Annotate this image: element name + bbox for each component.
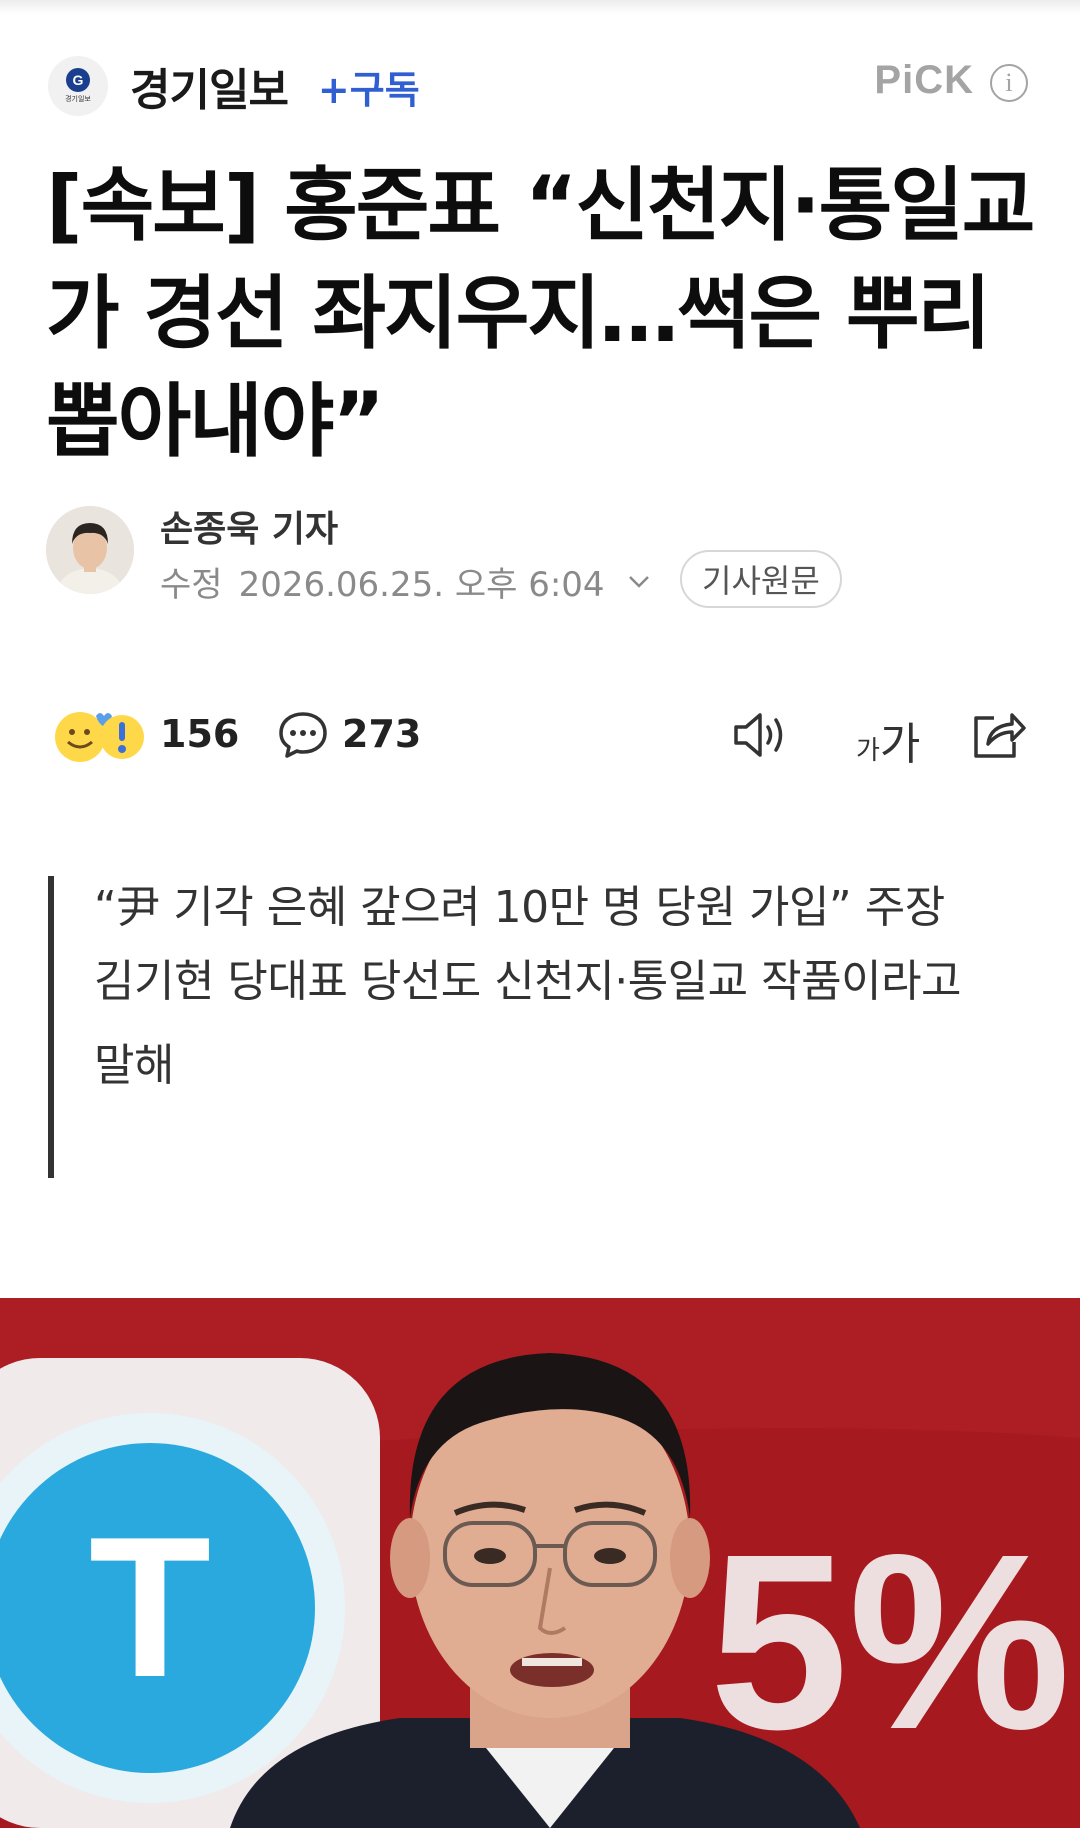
article-meta: 수정 2026.06.25. 오후 6:04 [160,556,653,606]
press-name[interactable]: 경기일보 [130,54,289,118]
summary-line-1: “尹 기각 은혜 갚으려 10만 명 당원 가입” 주장 [94,882,945,933]
subscribe-button[interactable]: +구독 [318,59,420,114]
pick-badge: PiCK [874,58,974,102]
article-headline: [속보] 홍준표 “신천지·통일교가 경선 좌지우지…썩은 뿌리 뽑아내야” [46,159,1035,468]
info-icon[interactable]: i [990,64,1028,102]
share-icon[interactable] [970,706,1028,762]
sign-percent: 5% [709,1502,1070,1781]
article-summary: “尹 기각 은혜 갚으려 10만 명 당원 가입” 주장 김기현 당대표 당선도… [48,876,1008,1178]
press-header: G 경기일보 경기일보 +구독 [48,54,420,118]
summary-line-2: 김기현 당대표 당선도 신천지·통일교 작품이라고 말해 [94,956,962,1091]
article-photo[interactable]: T 5% [0,1298,1080,1828]
speaker-icon[interactable] [732,708,790,762]
action-bar: 156 273 가가 [52,702,1032,770]
font-size-large-label: 가 [879,719,921,770]
modified-label: 수정 [160,564,223,605]
comment-icon[interactable] [278,710,328,760]
status-bar-shadow [0,0,1080,14]
press-logo-mark: G [66,68,90,92]
sign-letter: T [89,1496,211,1719]
press-logo-text: 경기일보 [65,95,91,103]
font-size-small-label: 가 [856,736,880,766]
font-size-icon[interactable]: 가가 [856,708,920,772]
reaction-emoji-icon[interactable] [52,706,144,764]
reporter-avatar[interactable] [46,506,134,594]
comment-count[interactable]: 273 [342,712,421,756]
chevron-down-icon[interactable] [625,567,653,595]
reaction-count: 156 [160,712,240,756]
reporter-name[interactable]: 손종욱 기자 [160,500,338,552]
original-article-button[interactable]: 기사원문 [680,550,842,608]
press-logo[interactable]: G 경기일보 [48,56,108,116]
modified-date: 2026.06.25. 오후 6:04 [238,564,605,605]
